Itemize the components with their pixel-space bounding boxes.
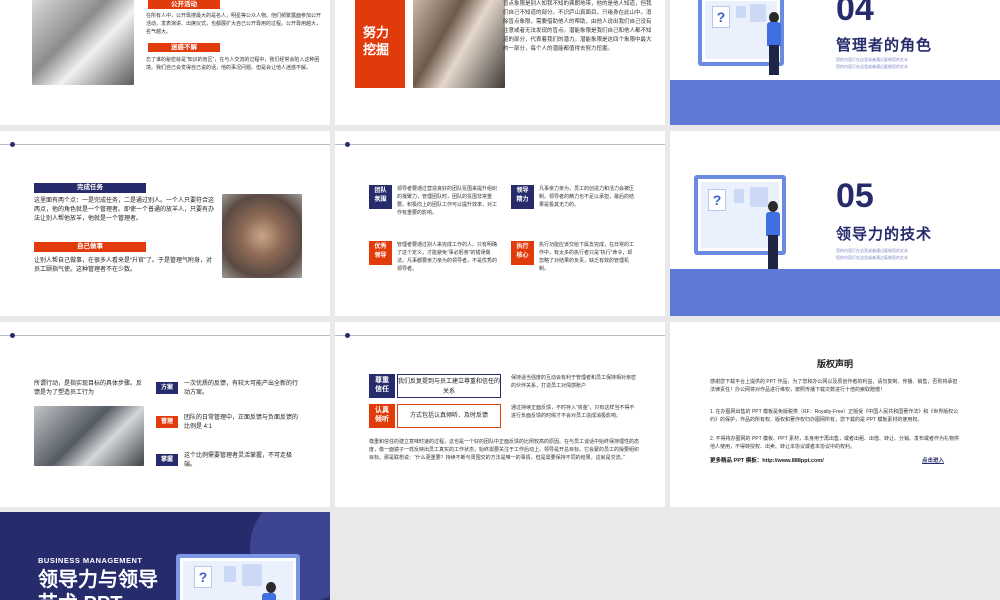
person-head <box>768 201 778 212</box>
copyright-rule-2: 2. 不得将办图网的 PPT 模板、PPT 素材，本身用于再出售，或者出租、出借… <box>710 436 959 450</box>
red-label-block: 努力挖掘 <box>355 0 405 88</box>
cover-title-line2: 艺术 PPT <box>38 592 122 600</box>
divider-dot <box>10 333 15 338</box>
stacked-hands-photo <box>222 194 302 278</box>
leader-energy-text: 凡事亲力亲为，员工的创造力和活力会被压制。领导者的精力也不足以承担，最后的结果是… <box>539 186 635 208</box>
copyright-title: 版权声明 <box>816 359 853 369</box>
respect-trust-box: 我们反复提到与员工建立尊重和信任的关系 <box>397 374 501 398</box>
listen-box: 方式包括认真倾听、及时反馈 <box>397 404 501 428</box>
divider-dot <box>345 333 350 338</box>
more-templates-line: 更多精品 PPT 模板：http://www.888ppt.com/ <box>710 456 824 464</box>
person-body <box>766 212 780 236</box>
label-plan: 方案 <box>156 382 178 394</box>
question-mark-icon: ? <box>194 566 212 588</box>
blind-spot-text: 盲点象限是别人知我不知的弗朗地带，他的是他人知道，但我们自己不知道的部分。不识庐… <box>503 1 652 52</box>
tag-do-yourself: 自己做事 <box>34 242 146 252</box>
team-laptops-photo <box>413 0 505 88</box>
slide-thumbnail-10[interactable]: BUSINESS MANAGEMENT 领导力与领导 艺术 PPT ? <box>0 512 330 600</box>
respect-trust-text: 保持适当强度的互动会有利于管理者和员工保持相对亲密的伙伴关系，打造员工对情感账户 <box>511 375 637 389</box>
slide-thumbnail-4[interactable]: 完成任务 这里面有两个点：一是完成任务，二是通过别人。一个人只要符合这两点，他的… <box>0 131 330 316</box>
tag-confused: 迷惑不解 <box>148 43 220 52</box>
slide-thumbnail-3[interactable]: ? 04 管理者的角色 您的内容打在这里或者通过复制您的文本 您的内容打在这里或… <box>670 0 1000 125</box>
top-divider <box>0 144 330 145</box>
confused-text: 忘了谁的秘密就是“知识的盲区”，在与人交流的过程中，我们经常会陷入这种困境。我们… <box>146 57 320 71</box>
click-enter-link[interactable]: 点击进入 <box>922 456 944 464</box>
cover-eyebrow: BUSINESS MANAGEMENT <box>38 556 143 565</box>
more-templates-url[interactable]: http://www.888ppt.com/ <box>762 458 824 464</box>
more-templates-label: 更多精品 PPT 模板： <box>710 458 763 464</box>
team-atmosphere-text: 领导者要通过营造良好的团队氛围来提升组织的凝聚力，管理团队时，团队的氛围非常重要… <box>397 186 498 216</box>
label-master: 掌握 <box>156 454 178 466</box>
person-legs <box>768 235 778 269</box>
question-mark-icon: ? <box>712 6 730 28</box>
office-desk-photo <box>32 0 134 85</box>
communication-summary-text: 尊重和信任的建立意味时速的过程，这也是一个好的团队中正面反馈的比例较高的原因。在… <box>369 439 640 461</box>
tag-public-activity: 公开活动 <box>148 0 220 9</box>
blue-bottom-band <box>670 80 1000 125</box>
excellent-leader-text: 管理者要通过别人来完成工作的人。只有明确了这个定义，才能避免“事必躬亲”的错误做… <box>397 242 498 272</box>
person-legs <box>769 45 779 75</box>
copyright-rule-1: 1. 在办图网出售的 PPT 模板是免版税类（RF：Royalty-Free）正… <box>710 409 959 423</box>
feedback-intro-text: 所谓行动，是指实现目标的具体步骤。反馈是为了塑造员工行为 <box>34 381 143 396</box>
plan-text: 一次优质的反馈，有较大可能产出全新的行动方案。 <box>184 381 299 396</box>
tag-complete-task: 完成任务 <box>34 183 146 193</box>
slide-thumbnail-2[interactable]: 努力挖掘 盲点象限是别人知我不知的弗朗地带，他的是他人知道，但我们自己不知道的部… <box>335 0 665 125</box>
section-subtitle-1: 您的内容打在这里或者通过复制您的文本 <box>836 248 908 253</box>
label-manage: 管理 <box>156 416 178 428</box>
section-number: 05 <box>836 177 874 215</box>
label-listen: 认真 倾听 <box>369 404 395 428</box>
meeting-photo <box>34 406 144 466</box>
label-respect-trust: 尊重 信任 <box>369 374 395 398</box>
public-activity-text: 在所有人中，公开靠搜最大的是名人，明星等公众人物。他们频繁露面参加公开活动，发表… <box>146 13 322 35</box>
copyright-intro: 感谢您下载平台上提供的 PPT 作品，为了您和办公网以及原创作者的利益，请勿复制… <box>710 379 958 393</box>
effort-dig-label: 努力挖掘 <box>363 25 390 57</box>
section-subtitle-2: 您的内容打在这里或者通过复制您的文本 <box>836 255 908 260</box>
slide-thumbnail-8[interactable]: 尊重 信任 我们反复提到与员工建立尊重和信任的关系 保持适当强度的互动会有利于管… <box>335 322 665 507</box>
execution-core-text: 执行功能应该交给下属去完成，在日常的工作中，有太多的执行者只是“执行”命令，却忽… <box>539 242 635 272</box>
section-title: 领导力的技术 <box>836 226 933 243</box>
label-excellent-leader: 优秀 领导 <box>369 241 392 265</box>
question-mark-icon: ? <box>708 189 726 211</box>
divider-dot <box>345 142 350 147</box>
listen-text: 通过持续正面反馈，不时存入“资金”，只有这样当不得不进行负面反馈的时候才不会对员… <box>511 405 635 419</box>
section-title: 管理者的角色 <box>836 37 933 54</box>
person-head <box>266 582 276 593</box>
slide-thumbnail-9[interactable]: 版权声明 感谢您下载平台上提供的 PPT 作品，为了您和办公网以及原创作者的利益… <box>670 322 1000 507</box>
person-body <box>262 593 276 600</box>
label-team-atmosphere: 团队 氛围 <box>369 185 392 209</box>
divider-dot <box>10 142 15 147</box>
section-subtitle-2: 您的内容打在这里或者通过复制您的文本 <box>836 64 908 69</box>
slide-thumbnail-6[interactable]: ? 05 领导力的技术 您的内容打在这里或者通过复制您的文本 您的内容打在这里或… <box>670 131 1000 316</box>
top-divider <box>335 144 665 145</box>
cover-title: 领导力与领导 <box>38 569 158 591</box>
top-divider <box>335 335 665 336</box>
person-body <box>767 22 781 46</box>
label-leader-energy: 领导 精力 <box>511 185 534 209</box>
slide-thumbnail-5[interactable]: 团队 氛围 领导者要通过营造良好的团队氛围来提升组织的凝聚力，管理团队时，团队的… <box>335 131 665 316</box>
do-yourself-text: 让别人帮自己做事，在很多人看来是“升官”了。于是管理气附身，对员工颐指气使。这种… <box>34 258 212 273</box>
slide-thumbnail-7[interactable]: 所谓行动，是指实现目标的具体步骤。反馈是为了塑造员工行为 方案 一次优质的反馈，… <box>0 322 330 507</box>
blue-bottom-band <box>670 269 1000 316</box>
slide-thumbnail-1[interactable]: 公开活动 在所有人中，公开靠搜最大的是名人，明星等公众人物。他们频繁露面参加公开… <box>0 0 330 125</box>
label-execution-core: 执行 核心 <box>511 241 534 265</box>
top-divider <box>0 335 330 336</box>
complete-task-text: 这里面有两个点：一是完成任务，二是通过别人。一个人只要符合这两点，他的角色就是一… <box>34 198 215 222</box>
monitor-illustration: ? <box>176 554 300 600</box>
section-number: 04 <box>836 0 874 28</box>
section-subtitle-1: 您的内容打在这里或者通过复制您的文本 <box>836 57 908 62</box>
manage-text: 团队的日常管理中，正面反馈与负面反馈的比例是 4:1 <box>184 415 299 430</box>
master-text: 这个比例需要管理者灵活掌握，不可走极端。 <box>184 453 293 468</box>
